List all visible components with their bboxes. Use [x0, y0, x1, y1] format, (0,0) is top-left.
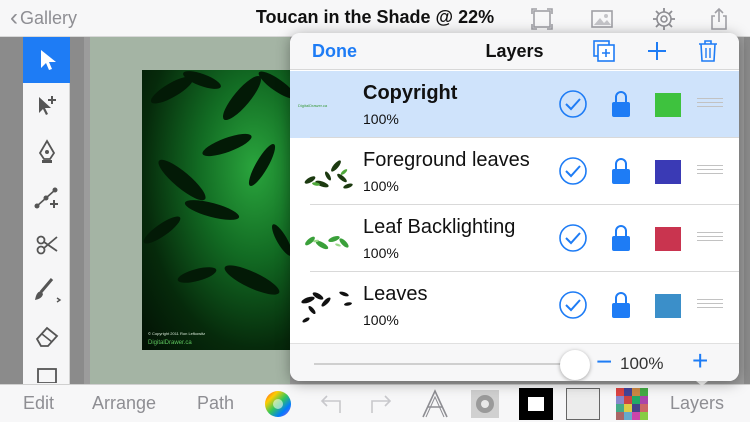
layer-thumbnail: DigitalDrawer.ca — [298, 81, 358, 127]
path-menu-button[interactable]: Path — [197, 393, 234, 414]
select-arrow-icon — [40, 50, 56, 70]
leaf-silhouettes — [143, 71, 296, 295]
reorder-handle[interactable] — [697, 98, 723, 110]
fit-to-screen-icon[interactable] — [530, 7, 554, 31]
done-button[interactable]: Done — [312, 41, 357, 62]
artwork-copyright-note: © Copyright 2011 Ron Lefkowitz — [148, 331, 206, 336]
text-tool-icon[interactable] — [420, 389, 450, 419]
increase-opacity-button[interactable]: + — [692, 347, 708, 375]
back-label: Gallery — [20, 7, 78, 28]
layer-row-leaves[interactable]: Leaves 100% — [290, 272, 739, 339]
lock-icon[interactable] — [611, 291, 631, 319]
brush-icon — [34, 278, 61, 303]
rectangle-icon — [36, 368, 57, 383]
bottom-toolbar: Edit Arrange Path Layers — [0, 384, 750, 422]
decrease-opacity-button[interactable]: − — [596, 348, 612, 376]
layer-opacity: 100% — [363, 312, 399, 328]
eraser-icon — [35, 326, 58, 347]
lock-icon[interactable] — [611, 90, 631, 118]
layer-color-swatch[interactable] — [655, 160, 681, 184]
visibility-check-icon[interactable] — [558, 89, 588, 119]
eraser-tool[interactable] — [23, 313, 70, 359]
chevron-left-icon: ‹ — [10, 4, 18, 31]
top-toolbar: ‹ Gallery Toucan in the Shade @ 22% — [0, 0, 750, 37]
opacity-slider-knob[interactable] — [560, 350, 590, 380]
image-icon[interactable] — [590, 7, 614, 31]
select-tool[interactable] — [23, 37, 70, 83]
pen-icon — [38, 139, 55, 163]
redo-icon[interactable] — [366, 389, 396, 419]
opacity-slider-track[interactable] — [314, 363, 576, 365]
layer-name: Foreground leaves — [363, 149, 530, 171]
layers-popover-header: Done Layers — [290, 33, 739, 70]
pattern-icon[interactable] — [616, 388, 648, 420]
layers-menu-button[interactable]: Layers — [670, 393, 724, 414]
artwork[interactable]: © Copyright 2011 Ron Lefkowitz DigitalDr… — [142, 70, 302, 350]
scissors-icon — [36, 235, 58, 255]
rectangle-tool[interactable] — [23, 359, 70, 384]
scissors-tool[interactable] — [23, 221, 70, 267]
add-layer-icon[interactable] — [645, 39, 669, 63]
opacity-value: 100% — [620, 354, 664, 373]
gear-pattern-icon[interactable] — [470, 389, 500, 419]
opacity-slider-bar: − 100% + — [290, 343, 739, 381]
direct-select-icon — [38, 96, 56, 115]
duplicate-layer-icon[interactable] — [592, 39, 616, 63]
trash-icon[interactable] — [696, 39, 720, 63]
layer-thumbnail — [305, 235, 349, 250]
lock-icon[interactable] — [611, 157, 631, 185]
fill-color-icon[interactable] — [566, 388, 600, 420]
layers-title: Layers — [485, 41, 544, 61]
layer-color-swatch[interactable] — [655, 227, 681, 251]
layer-opacity: 100% — [363, 178, 399, 194]
layer-name: Leaf Backlighting — [363, 216, 516, 238]
stroke-color-icon[interactable] — [519, 388, 553, 420]
color-wheel-icon[interactable] — [263, 389, 293, 419]
arrange-menu-button[interactable]: Arrange — [92, 393, 156, 414]
node-edit-icon — [34, 187, 58, 209]
back-to-gallery-button[interactable]: ‹ Gallery — [10, 6, 77, 30]
reorder-handle[interactable] — [697, 299, 723, 311]
document-title: Toucan in the Shade @ 22% — [255, 7, 495, 27]
visibility-check-icon[interactable] — [558, 223, 588, 253]
layer-thumbnail — [301, 291, 352, 323]
lock-icon[interactable] — [611, 224, 631, 252]
visibility-check-icon[interactable] — [558, 156, 588, 186]
reorder-handle[interactable] — [697, 165, 723, 177]
share-icon[interactable] — [707, 7, 731, 31]
node-edit-tool[interactable] — [23, 175, 70, 221]
layer-thumbnail — [304, 160, 353, 189]
layer-color-swatch[interactable] — [655, 294, 681, 318]
tool-palette — [23, 37, 70, 384]
thumbnail-text: DigitalDrawer.ca — [298, 103, 328, 108]
layer-name: Copyright — [363, 82, 458, 104]
layers-popover: Done Layers DigitalDrawer.ca Copyright 1… — [290, 33, 739, 381]
layer-row-foreground-leaves[interactable]: Foreground leaves 100% — [290, 138, 739, 205]
layer-row-leaf-backlighting[interactable]: Leaf Backlighting 100% — [290, 205, 739, 272]
layer-color-swatch[interactable] — [655, 93, 681, 117]
artwork-site-label: DigitalDrawer.ca — [148, 340, 192, 346]
pen-tool[interactable] — [23, 129, 70, 175]
layer-opacity: 100% — [363, 111, 399, 127]
brush-tool[interactable] — [23, 267, 70, 313]
visibility-check-icon[interactable] — [558, 290, 588, 320]
layer-opacity: 100% — [363, 245, 399, 261]
reorder-handle[interactable] — [697, 232, 723, 244]
gear-icon[interactable] — [652, 7, 676, 31]
direct-select-tool[interactable] — [23, 83, 70, 129]
layer-name: Leaves — [363, 283, 428, 305]
edit-menu-button[interactable]: Edit — [23, 393, 54, 414]
layer-row-copyright[interactable]: DigitalDrawer.ca Copyright 100% — [290, 71, 739, 138]
undo-icon[interactable] — [316, 389, 346, 419]
